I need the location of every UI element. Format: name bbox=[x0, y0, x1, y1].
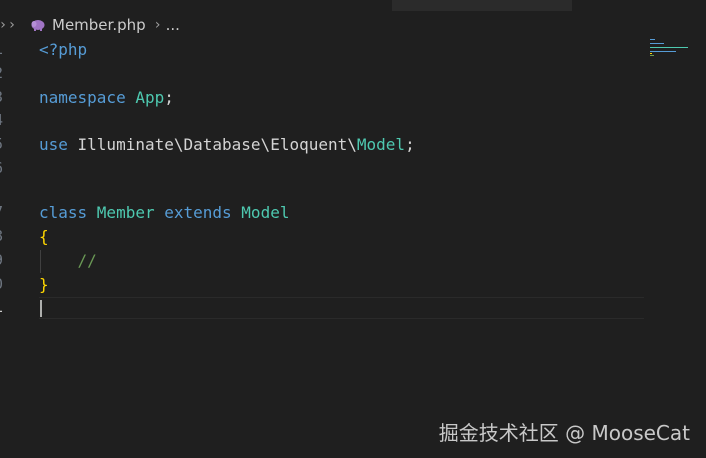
code-line[interactable]: 1 <?php bbox=[0, 38, 645, 61]
code-line[interactable]: 2 bbox=[0, 62, 645, 85]
code-line[interactable]: 1 bbox=[0, 296, 645, 319]
tab-bar-segment bbox=[572, 0, 706, 11]
code-token: App bbox=[135, 88, 165, 107]
code-token: ; bbox=[405, 135, 415, 154]
code-content: } bbox=[39, 273, 49, 296]
minimap-line bbox=[650, 53, 652, 54]
code-token: Member bbox=[96, 203, 165, 222]
code-line[interactable]: 0} bbox=[0, 273, 645, 296]
code-content: class Member extends Model bbox=[39, 201, 289, 224]
line-number: 3 bbox=[0, 86, 6, 109]
code-token: ; bbox=[164, 88, 174, 107]
line-number: 7 bbox=[0, 201, 6, 224]
code-line[interactable]: 8{ bbox=[0, 225, 645, 248]
line-number: 1 bbox=[0, 38, 6, 61]
code-token: class bbox=[39, 203, 97, 222]
code-line[interactable]: 9 // bbox=[0, 249, 645, 272]
tab-bar-strip bbox=[0, 0, 706, 11]
code-token: use bbox=[39, 135, 78, 154]
tab-bar-segment bbox=[0, 0, 392, 11]
line-number: 4 bbox=[0, 109, 6, 132]
minimap-line bbox=[650, 55, 654, 56]
minimap[interactable] bbox=[650, 38, 694, 58]
minimap-line bbox=[650, 43, 664, 44]
code-line[interactable]: 6 bbox=[0, 157, 645, 180]
code-token: <?php bbox=[39, 40, 88, 59]
line-number: 5 bbox=[0, 133, 6, 156]
code-token: Model bbox=[356, 135, 406, 154]
code-token: extends bbox=[164, 203, 242, 222]
breadcrumb: › › Member.php › ... bbox=[0, 14, 180, 36]
line-number: 1 bbox=[0, 296, 6, 319]
watermark: 掘金技术社区 @ MooseCat bbox=[438, 421, 690, 445]
code-line[interactable]: 3 namespace App; bbox=[0, 86, 645, 109]
code-token: // bbox=[39, 251, 97, 270]
code-token: { bbox=[39, 227, 49, 246]
code-content: <?php bbox=[39, 38, 87, 61]
line-number: 9 bbox=[0, 249, 6, 272]
line-number: 8 bbox=[0, 225, 6, 248]
minimap-line bbox=[650, 51, 676, 52]
code-token: Model bbox=[241, 203, 290, 222]
breadcrumb-symbols[interactable]: ... bbox=[166, 16, 180, 34]
breadcrumb-file-name[interactable]: Member.php bbox=[52, 16, 146, 34]
chevron-right-icon: › bbox=[9, 17, 15, 33]
chevron-right-icon: › bbox=[154, 17, 161, 33]
line-number: 2 bbox=[0, 62, 6, 85]
code-content: use Illuminate\Database\Eloquent\Model; bbox=[39, 133, 415, 156]
php-elephant-icon bbox=[30, 18, 46, 32]
minimap-line bbox=[650, 47, 688, 48]
minimap-line bbox=[650, 39, 655, 40]
code-line[interactable]: 5 use Illuminate\Database\Eloquent\Model; bbox=[0, 133, 645, 156]
code-line[interactable]: 7 class Member extends Model bbox=[0, 201, 645, 224]
code-content: { bbox=[39, 225, 49, 248]
line-number: 6 bbox=[0, 157, 6, 180]
code-token: namespace bbox=[39, 88, 136, 107]
code-line[interactable]: 4 bbox=[0, 109, 645, 132]
code-content: // bbox=[39, 249, 97, 272]
code-token: Illuminate\Database\Eloquent\ bbox=[77, 135, 357, 154]
code-token: } bbox=[39, 275, 49, 294]
line-number: 0 bbox=[0, 273, 6, 296]
code-content: namespace App; bbox=[39, 86, 174, 109]
